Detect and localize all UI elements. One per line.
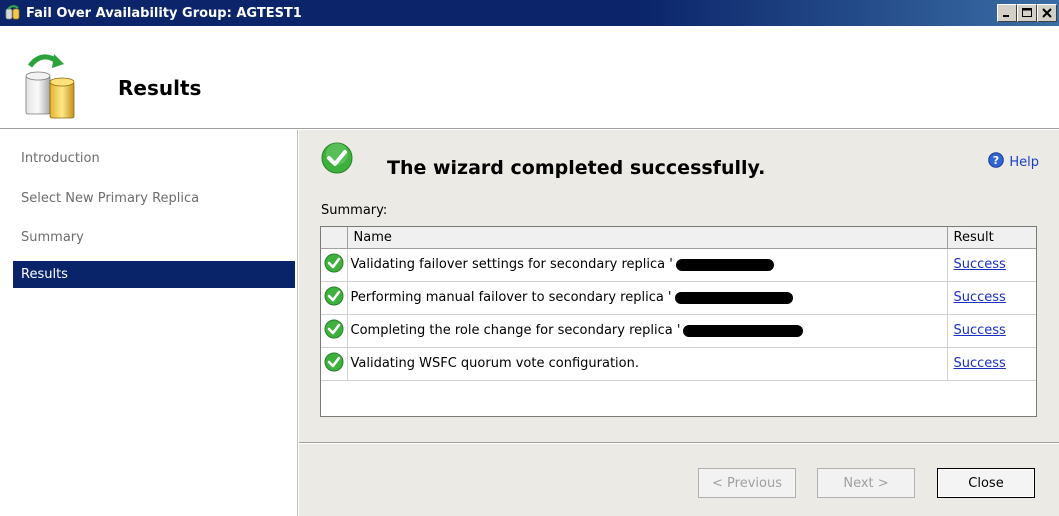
database-app-icon [4, 5, 22, 21]
results-area: The wizard completed successfully. ? Hel… [299, 130, 1059, 442]
success-check-icon [324, 352, 344, 376]
redacted-text [674, 291, 793, 304]
table-row[interactable]: Completing the role change for secondary… [321, 314, 1036, 348]
help-link[interactable]: ? Help [988, 152, 1039, 172]
close-button[interactable]: Close [937, 468, 1035, 498]
success-check-icon [324, 253, 344, 277]
table-row[interactable]: Performing manual failover to secondary … [321, 281, 1036, 315]
row-result-cell: Success [947, 314, 1036, 348]
row-name-text: Completing the role change for secondary… [350, 323, 681, 338]
success-check-icon [324, 319, 344, 343]
row-name-cell: Completing the role change for secondary… [347, 314, 948, 348]
svg-text:?: ? [993, 154, 999, 167]
result-success-link[interactable]: Success [951, 323, 1006, 338]
previous-button[interactable]: < Previous [698, 468, 796, 498]
success-check-icon [324, 286, 344, 310]
summary-label: Summary: [321, 203, 388, 218]
minimize-button[interactable] [997, 4, 1017, 22]
previous-button-label: < Previous [712, 475, 782, 491]
title-bar[interactable]: Fail Over Availability Group: AGTEST1 [0, 0, 1059, 26]
row-name-cell: Validating failover settings for seconda… [347, 248, 948, 282]
nav-item-introduction[interactable]: Introduction [13, 145, 295, 172]
row-name-text: Validating WSFC quorum vote configuratio… [350, 356, 639, 371]
close-window-button[interactable] [1037, 4, 1057, 22]
nav-item-label: Results [21, 267, 68, 282]
help-label: Help [1009, 154, 1039, 170]
nav-item-summary[interactable]: Summary [13, 224, 295, 251]
row-name-text: Validating failover settings for seconda… [350, 257, 673, 272]
result-success-link[interactable]: Success [951, 290, 1006, 305]
redacted-text [675, 258, 774, 271]
row-status-cell [321, 281, 348, 315]
column-header-name[interactable]: Name [347, 227, 948, 249]
close-button-label: Close [968, 475, 1004, 491]
result-success-link[interactable]: Success [951, 257, 1006, 272]
wizard-header: Results [0, 26, 1059, 129]
row-name-cell: Validating WSFC quorum vote configuratio… [347, 347, 948, 381]
table-row[interactable]: Validating failover settings for seconda… [321, 248, 1036, 282]
next-button[interactable]: Next > [817, 468, 915, 498]
success-check-icon [321, 142, 353, 174]
redacted-text [683, 324, 804, 337]
grid-header-icon [321, 227, 348, 249]
row-name-text: Performing manual failover to secondary … [350, 290, 672, 305]
main-panel: The wizard completed successfully. ? Hel… [299, 130, 1059, 516]
window-controls [997, 4, 1057, 22]
help-icon: ? [988, 152, 1005, 172]
table-row[interactable]: Validating WSFC quorum vote configuratio… [321, 347, 1036, 381]
row-status-cell [321, 347, 348, 381]
maximize-button[interactable] [1017, 4, 1037, 22]
next-button-label: Next > [843, 475, 889, 491]
grid-header-row: Name Result [321, 227, 1036, 249]
column-header-result[interactable]: Result [947, 227, 1036, 249]
row-result-cell: Success [947, 248, 1036, 282]
result-success-link[interactable]: Success [951, 356, 1006, 371]
row-result-cell: Success [947, 347, 1036, 381]
nav-item-select-new-primary-replica[interactable]: Select New Primary Replica [13, 185, 295, 212]
row-status-cell [321, 248, 348, 282]
nav-item-label: Summary [21, 230, 84, 245]
window-title: Fail Over Availability Group: AGTEST1 [26, 5, 302, 21]
row-name-cell: Performing manual failover to secondary … [347, 281, 948, 315]
row-result-cell: Success [947, 281, 1036, 315]
footer-divider [299, 442, 1059, 444]
nav-item-label: Introduction [21, 151, 100, 166]
availability-group-database-icon [24, 52, 80, 120]
row-status-cell [321, 314, 348, 348]
wizard-steps-nav: Introduction Select New Primary Replica … [0, 130, 298, 516]
page-title: Results [118, 76, 202, 100]
nav-item-label: Select New Primary Replica [21, 191, 200, 206]
completion-message: The wizard completed successfully. [387, 157, 766, 179]
nav-item-results[interactable]: Results [13, 261, 295, 288]
results-grid: Name Result Validating failover settings… [320, 226, 1037, 417]
